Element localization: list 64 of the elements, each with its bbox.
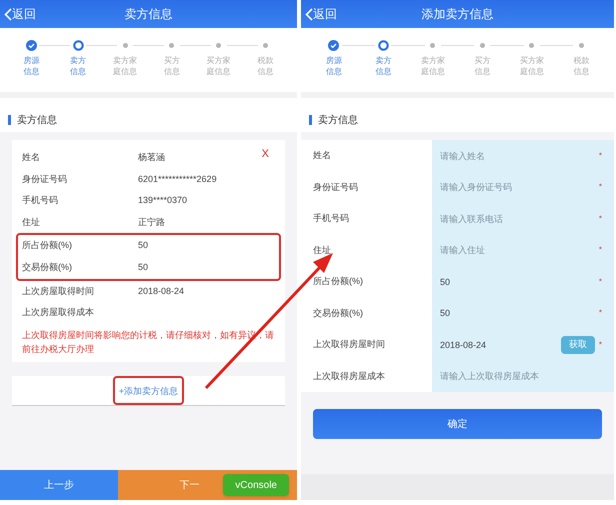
- field-label: 姓名: [22, 151, 41, 164]
- field-value: 50: [138, 239, 148, 252]
- field-label: 手机号码: [22, 194, 59, 208]
- page-title: 添加卖方信息: [422, 6, 494, 23]
- field-value: 139****0370: [138, 194, 188, 208]
- confirm-button[interactable]: 确定: [313, 409, 602, 439]
- required-mark: *: [598, 276, 602, 288]
- back-button[interactable]: 返回: [0, 5, 36, 23]
- field-label: 身份证号码: [313, 180, 358, 194]
- field-label: 身份证号码: [22, 172, 68, 186]
- field-value: 2018-08-24: [138, 284, 184, 298]
- input-field[interactable]: 50: [440, 266, 599, 298]
- field-value: 正宁路: [138, 216, 165, 229]
- required-mark: *: [598, 244, 602, 256]
- step-label: 房源 信息: [23, 55, 40, 77]
- step-label: 房源 信息: [326, 55, 342, 77]
- required-mark: *: [598, 212, 602, 225]
- input-field[interactable]: 请输入住址: [440, 234, 599, 266]
- step-label: 卖方 信息: [375, 55, 392, 77]
- chevron-left-icon: [4, 8, 12, 20]
- page-title: 卖方信息: [124, 6, 172, 23]
- field-label: 手机号码: [313, 212, 349, 225]
- step-label: 买方 信息: [474, 55, 490, 77]
- field-label: 交易份额(%): [313, 306, 363, 320]
- section-title: 卖方信息: [318, 114, 358, 128]
- add-seller-link[interactable]: +添加卖方信息: [114, 381, 182, 402]
- step-label: 卖方家 庭信息: [113, 55, 138, 77]
- back-button[interactable]: 返回: [301, 5, 337, 23]
- input-field[interactable]: 请输入联系电话: [440, 203, 599, 234]
- field-label: 上次取得房屋时间: [313, 338, 385, 351]
- field-label: 住址: [313, 244, 331, 256]
- step-label: 税款 信息: [573, 55, 590, 77]
- input-field[interactable]: 请输入姓名: [440, 140, 599, 172]
- field-value: 6201***********2629: [138, 172, 217, 186]
- field-label: 所占份额(%): [313, 275, 363, 288]
- required-mark: *: [598, 150, 602, 162]
- previous-button[interactable]: 上一步: [0, 470, 118, 500]
- field-label: 交易份额(%): [22, 261, 73, 274]
- required-mark: *: [598, 338, 602, 351]
- field-label: 姓名: [313, 149, 331, 162]
- delete-button[interactable]: X: [262, 146, 269, 162]
- required-mark: *: [598, 181, 602, 194]
- step-label: 买方家 庭信息: [520, 55, 544, 77]
- field-label: 上次取得房屋成本: [313, 370, 385, 382]
- field-label: 上次房屋取得时间: [22, 284, 95, 298]
- step-label: 卖方家 庭信息: [420, 55, 445, 77]
- input-field[interactable]: 50: [440, 298, 599, 329]
- required-mark: *: [598, 307, 602, 320]
- input-field[interactable]: 请输入上次取得房屋成本: [440, 360, 602, 392]
- step-label: 买方家 庭信息: [206, 55, 231, 77]
- field-label: 上次房屋取得成本: [22, 306, 95, 320]
- field-label: 所占份额(%): [22, 239, 73, 252]
- step-label: 卖方 信息: [70, 55, 86, 77]
- step-label: 税款 信息: [258, 55, 274, 77]
- field-value: 杨茗涵: [138, 151, 165, 164]
- field-label: 住址: [22, 216, 41, 229]
- fetch-button[interactable]: 获取: [560, 336, 595, 354]
- chevron-left-icon: [305, 8, 313, 20]
- input-field[interactable]: 请输入身份证号码: [440, 172, 599, 203]
- vconsole-button[interactable]: vConsole: [223, 474, 289, 496]
- input-field[interactable]: 2018-08-24: [440, 329, 561, 360]
- section-title: 卖方信息: [17, 114, 57, 128]
- field-value: 50: [138, 261, 148, 274]
- step-label: 买方 信息: [164, 55, 180, 77]
